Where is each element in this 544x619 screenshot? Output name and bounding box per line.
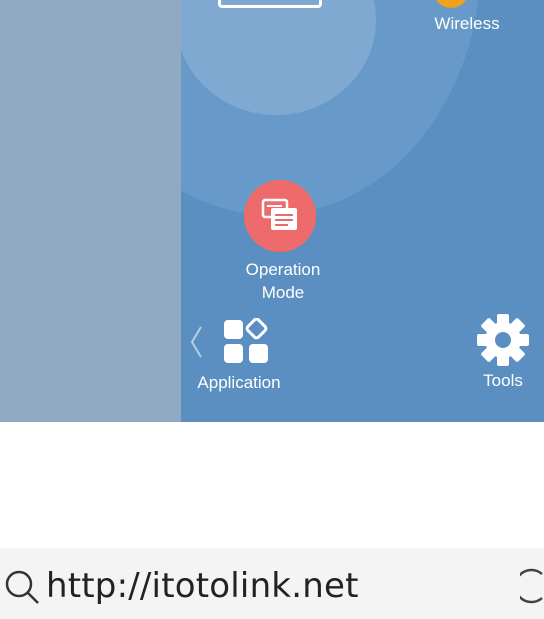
operation-mode-button[interactable] (244, 180, 316, 252)
url-text[interactable]: http://itotolink.net (46, 566, 359, 606)
operation-mode-label[interactable]: Operation Mode (225, 258, 341, 304)
chevron-left-icon[interactable] (189, 325, 203, 359)
application-grid-icon[interactable] (224, 318, 272, 364)
side-panel (0, 0, 181, 422)
application-label[interactable]: Application (181, 372, 297, 394)
watermark-background (0, 422, 544, 548)
router-menu-panel: Wireless Operation Mode Application Tool… (181, 0, 544, 422)
tools-label[interactable]: Tools (463, 370, 543, 392)
gear-icon[interactable] (475, 312, 531, 368)
wireless-label[interactable]: Wireless (425, 13, 509, 35)
reload-icon[interactable] (520, 566, 544, 606)
search-icon (5, 570, 39, 604)
operation-mode-icon (261, 198, 297, 230)
top-menu-item-frame[interactable] (218, 0, 322, 8)
